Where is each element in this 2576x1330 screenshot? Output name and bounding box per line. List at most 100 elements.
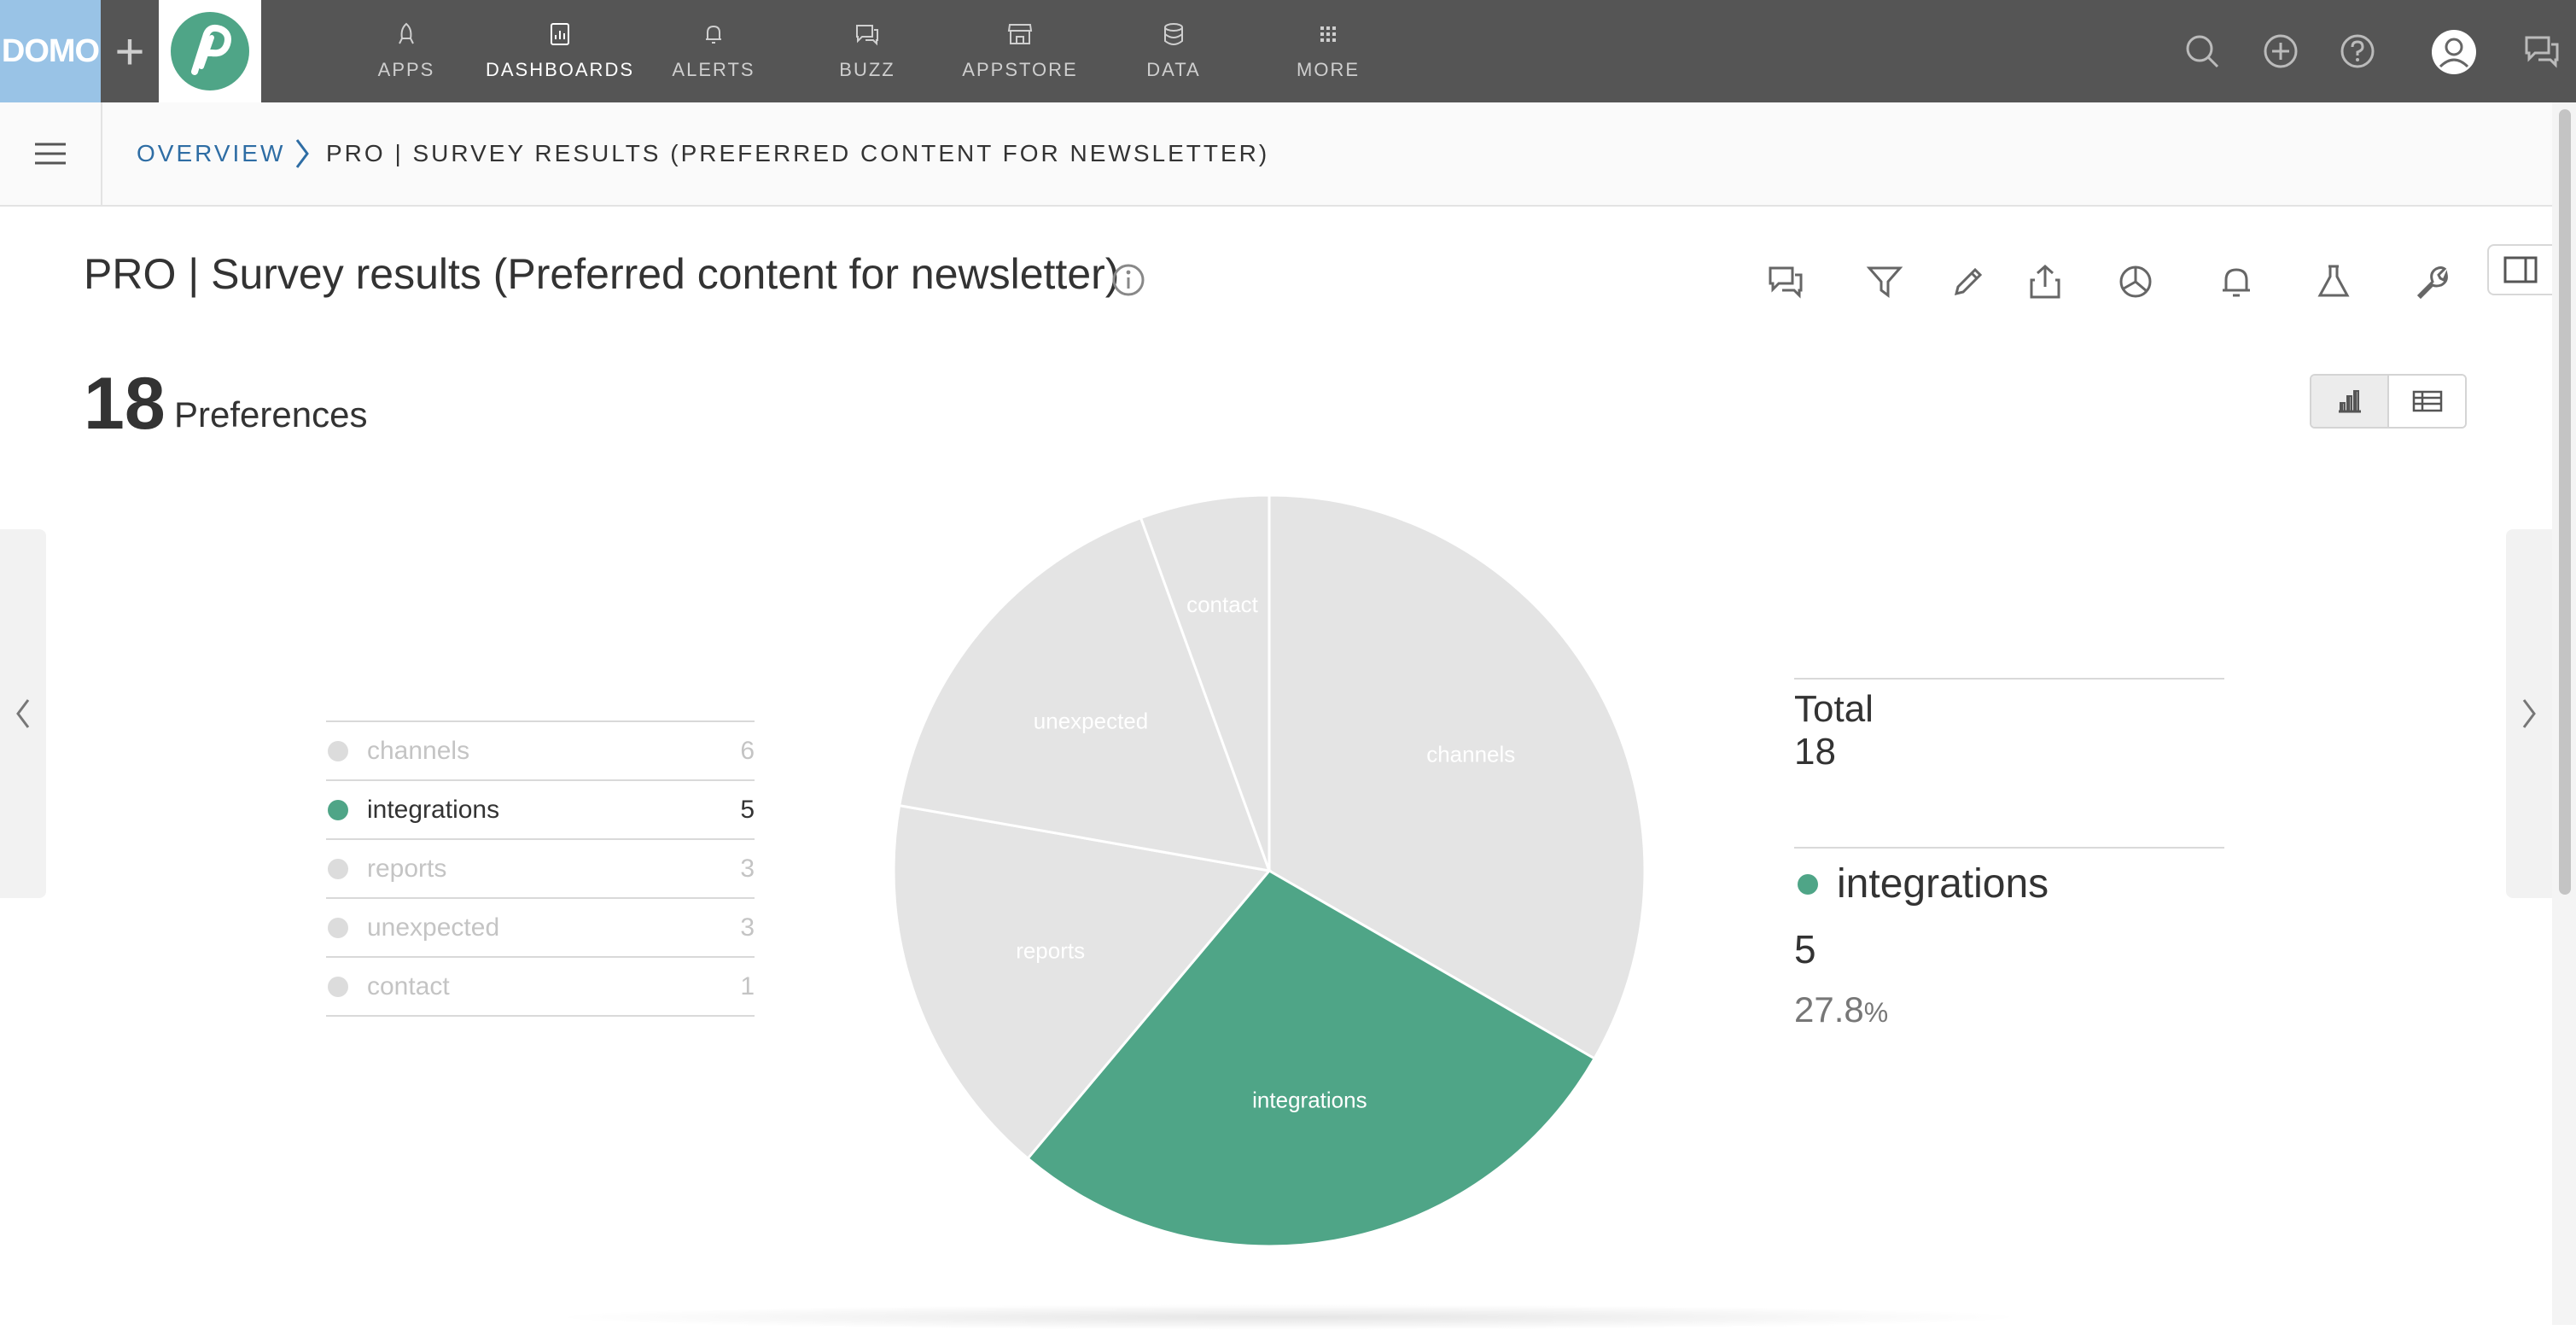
total-label: Total xyxy=(1794,688,1874,730)
selected-series-percent: 27.8% xyxy=(1794,989,2224,1030)
legend-item-label: channels xyxy=(367,736,470,765)
messages-icon[interactable] xyxy=(2521,31,2562,72)
panel-icon xyxy=(2503,256,2538,283)
side-panel-toggle[interactable] xyxy=(2487,244,2552,295)
nav-buzz[interactable]: BUZZ xyxy=(830,0,905,102)
legend-item-label: integrations xyxy=(367,795,500,824)
top-nav-bar: DOMO + APPS DASHBOARDS ALERTS BUZZ APPST… xyxy=(0,0,2576,102)
comments-icon[interactable] xyxy=(1767,263,1804,300)
pencil-icon[interactable] xyxy=(1949,263,1987,300)
pie-label-integrations: integrations xyxy=(1252,1088,1367,1113)
nav-apps[interactable]: APPS xyxy=(365,0,447,102)
legend-item-integrations[interactable]: integrations 5 xyxy=(326,781,755,840)
legend-item-value: 3 xyxy=(740,913,755,942)
selected-percent-number: 27.8 xyxy=(1794,989,1864,1030)
divider xyxy=(1794,678,2224,680)
pie-label-unexpected: unexpected xyxy=(1034,709,1148,734)
breadcrumb-current: PRO | SURVEY RESULTS (PREFERRED CONTENT … xyxy=(326,140,1270,166)
legend-item-label: unexpected xyxy=(367,913,500,942)
nav-more-label: MORE xyxy=(1297,59,1360,80)
detail-panel: Total 18 integrations 5 27.8% xyxy=(1794,678,2224,1030)
nav-apps-label: APPS xyxy=(377,59,435,80)
next-card-button[interactable] xyxy=(2506,529,2552,898)
table-icon xyxy=(2412,390,2442,412)
wrench-icon[interactable] xyxy=(2412,263,2450,300)
selected-series-name: integrations xyxy=(1837,861,2049,907)
nav-data[interactable]: DATA xyxy=(1139,0,1209,102)
chart-view-button[interactable] xyxy=(2311,376,2389,427)
legend-dot xyxy=(328,976,348,997)
pie-label-reports: reports xyxy=(1016,937,1085,963)
beaker-icon[interactable] xyxy=(2315,263,2352,300)
nav-alerts[interactable]: ALERTS xyxy=(671,0,756,102)
store-icon xyxy=(1007,24,1033,44)
summary-label: Preferences xyxy=(174,394,368,435)
legend-item-contact[interactable]: contact 1 xyxy=(326,958,755,1017)
domo-logo[interactable]: DOMO xyxy=(0,0,101,102)
database-icon xyxy=(1164,23,1183,45)
nav-appstore-label: APPSTORE xyxy=(962,59,1078,80)
page-title: PRO | Survey results (Preferred content … xyxy=(84,250,1120,298)
hamburger-icon xyxy=(35,143,66,165)
plus-icon: + xyxy=(114,22,145,80)
legend-item-reports[interactable]: reports 3 xyxy=(326,840,755,899)
legend-item-value: 1 xyxy=(740,971,755,1000)
selected-series-value: 5 xyxy=(1794,927,1816,971)
help-icon[interactable] xyxy=(2337,31,2378,72)
chat-icon xyxy=(856,25,878,46)
filter-icon[interactable] xyxy=(1866,263,1903,300)
chevron-right-icon xyxy=(2522,699,2536,728)
percent-sign: % xyxy=(1863,997,1889,1028)
nav-appstore[interactable]: APPSTORE xyxy=(962,0,1078,102)
info-icon[interactable] xyxy=(1111,263,1145,297)
dashboard-icon xyxy=(551,23,569,45)
nav-dashboards[interactable]: DASHBOARDS xyxy=(485,0,635,102)
nav-more[interactable]: MORE xyxy=(1287,0,1369,102)
summary-number: 18 xyxy=(84,363,166,445)
legend-dot xyxy=(328,858,348,879)
grid-icon xyxy=(1320,26,1336,42)
legend-dot xyxy=(328,799,348,820)
chart-type-icon[interactable] xyxy=(2117,263,2154,300)
pie-label-contact: contact xyxy=(1186,592,1259,617)
chart-legend: channels 6 integrations 5 reports 3 unex… xyxy=(326,720,755,1017)
selected-series-dot xyxy=(1798,873,1818,895)
avatar[interactable] xyxy=(2431,29,2477,75)
search-icon[interactable] xyxy=(2182,31,2223,72)
previous-card-button[interactable] xyxy=(0,529,46,898)
legend-item-value: 3 xyxy=(740,854,755,883)
alert-bell-icon[interactable] xyxy=(2218,263,2255,300)
view-toggle xyxy=(2310,374,2467,429)
nav-dashboards-label: DASHBOARDS xyxy=(485,59,635,80)
legend-item-unexpected[interactable]: unexpected 3 xyxy=(326,899,755,958)
nav-data-label: DATA xyxy=(1146,59,1201,80)
breadcrumb: OVERVIEW PRO | SURVEY RESULTS (PREFERRED… xyxy=(0,102,2552,207)
nav-buzz-label: BUZZ xyxy=(839,59,895,80)
brand-logo-icon xyxy=(171,12,249,90)
legend-item-value: 6 xyxy=(740,736,755,765)
chevron-left-icon xyxy=(16,699,30,728)
menu-button[interactable] xyxy=(0,102,102,205)
legend-dot xyxy=(328,740,348,761)
bar-chart-icon xyxy=(2338,390,2361,413)
scrollbar-thumb[interactable] xyxy=(2559,109,2571,895)
legend-item-label: contact xyxy=(367,971,450,1000)
share-icon[interactable] xyxy=(2026,263,2064,300)
pie-label-channels: channels xyxy=(1426,742,1515,767)
next-card-shadow xyxy=(546,1304,2031,1330)
legend-dot xyxy=(328,917,348,938)
breadcrumb-overview-link[interactable]: OVERVIEW xyxy=(137,140,285,167)
legend-item-channels[interactable]: channels 6 xyxy=(326,722,755,781)
chevron-right-icon xyxy=(295,139,309,168)
rocket-icon xyxy=(399,22,414,44)
pie-chart: channels integrations reports unexpected con… xyxy=(892,493,1646,1248)
table-view-button[interactable] xyxy=(2389,376,2465,427)
brand-logo[interactable] xyxy=(159,0,261,102)
legend-item-value: 5 xyxy=(740,795,755,824)
bell-icon xyxy=(706,25,721,44)
total-value: 18 xyxy=(1794,731,1836,773)
add-circle-icon[interactable] xyxy=(2260,31,2301,72)
nav-alerts-label: ALERTS xyxy=(672,59,755,80)
divider xyxy=(1794,847,2224,849)
legend-item-label: reports xyxy=(367,854,447,883)
